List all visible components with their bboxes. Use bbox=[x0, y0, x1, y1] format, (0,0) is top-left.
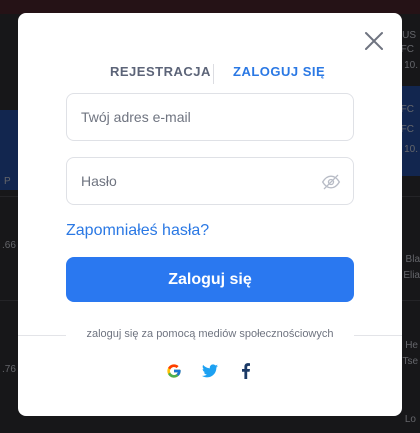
forgot-password-link[interactable]: Zapomniałeś hasła? bbox=[66, 222, 209, 240]
google-icon[interactable] bbox=[164, 361, 184, 381]
divider-line bbox=[354, 335, 402, 336]
twitter-icon[interactable] bbox=[200, 361, 220, 381]
eye-off-icon[interactable] bbox=[321, 172, 341, 192]
password-field-wrapper bbox=[66, 157, 354, 205]
tab-login[interactable]: ZALOGUJ SIĘ bbox=[233, 64, 325, 79]
facebook-icon[interactable] bbox=[236, 361, 256, 381]
password-field[interactable] bbox=[67, 158, 353, 204]
auth-tabs: REJESTRACJA ZALOGUJ SIĘ bbox=[18, 64, 402, 86]
tab-register[interactable]: REJESTRACJA bbox=[110, 64, 211, 79]
login-button[interactable]: Zaloguj się bbox=[66, 257, 354, 302]
social-divider: zaloguj się za pomocą mediów społecznośc… bbox=[18, 327, 402, 343]
email-field[interactable] bbox=[67, 94, 353, 140]
email-field-wrapper bbox=[66, 93, 354, 141]
login-modal: REJESTRACJA ZALOGUJ SIĘ Zapomniałeś hasł… bbox=[18, 13, 402, 416]
close-icon[interactable] bbox=[364, 31, 384, 51]
social-login-label: zaloguj się za pomocą mediów społecznośc… bbox=[86, 328, 334, 340]
tab-divider bbox=[213, 64, 214, 84]
